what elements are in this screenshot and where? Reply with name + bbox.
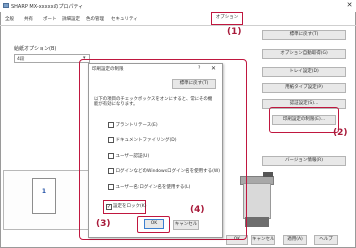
tab-security[interactable]: セキュリティ xyxy=(111,15,138,25)
checkbox-label: ユーザー認証(U) xyxy=(115,154,150,159)
lock-settings-label: 設定をロック(K) xyxy=(113,204,147,209)
callout-1: (1) xyxy=(227,27,242,37)
title-bar: SHARP MX-xxxxxのプロパティ ✕ xyxy=(0,0,356,12)
checkbox-row[interactable]: ユーザー認証(U) xyxy=(108,152,149,160)
tab-options[interactable]: オプション xyxy=(211,12,243,25)
paper-source-label: 給紙オプション(B) xyxy=(14,46,57,52)
checkbox-label: ユーザー名:ログイン名を使用する(L) xyxy=(115,185,191,190)
preview-page-number: 1 xyxy=(41,188,47,195)
tab-ports[interactable]: ポート xyxy=(43,15,57,25)
restrict-print-settings-button[interactable]: 印刷設定の制限(E)... xyxy=(272,115,336,125)
preview-page xyxy=(32,178,56,214)
cancel-button[interactable]: キャンセル xyxy=(251,235,275,245)
printer-panel xyxy=(263,172,273,177)
dialog-close-icon[interactable]: ✕ xyxy=(211,65,216,72)
checkbox-row[interactable]: ドキュメントファイリング(D) xyxy=(108,136,176,144)
checkbox-label: ドキュメントファイリング(D) xyxy=(115,138,177,143)
checkbox[interactable] xyxy=(108,153,114,159)
app-icon xyxy=(3,3,9,8)
checkbox-label: ログインなどのWindowsログイン名を使用する(W) xyxy=(115,169,221,174)
help-button[interactable]: ヘルプ xyxy=(314,235,338,245)
checkbox[interactable] xyxy=(108,122,114,128)
restore-default-button[interactable]: 標準に戻す(T) xyxy=(262,30,346,40)
dialog-title: 印刷設定の制限 xyxy=(92,67,124,72)
dialog-description: 以下の項目のチェックボックスをオンにすると、常にその機能が有効になります。 xyxy=(94,97,213,108)
tab-advanced[interactable]: 詳細設定 xyxy=(62,15,80,25)
callout-2: (2) xyxy=(333,128,348,138)
version-info-button[interactable]: バージョン情報(R) xyxy=(262,156,346,166)
help-icon[interactable]: ? xyxy=(198,66,200,71)
checkbox[interactable] xyxy=(108,184,114,190)
close-icon[interactable]: ✕ xyxy=(345,1,354,10)
tab-color-management[interactable]: 色の管理 xyxy=(86,15,104,25)
dialog-cancel-button[interactable]: キャンセル xyxy=(173,220,199,230)
lock-settings-checkbox[interactable]: ✓ xyxy=(106,204,112,210)
auto-config-button[interactable]: オプション自動取得(G) xyxy=(262,49,346,59)
window-title: SHARP MX-xxxxxのプロパティ xyxy=(11,4,84,10)
checkbox[interactable] xyxy=(108,137,114,143)
paper-source-value: 4段 xyxy=(17,57,25,62)
checkbox[interactable] xyxy=(108,168,114,174)
tray-settings-button[interactable]: トレイ設定(D) xyxy=(262,67,346,77)
checkbox-label: ブラントリテース(E) xyxy=(115,123,158,128)
dialog-restore-default-button[interactable]: 標準に戻す(T) xyxy=(172,79,216,89)
tab-sharing[interactable]: 共有 xyxy=(24,15,33,25)
callout-3: (3) xyxy=(96,219,111,229)
paper-type-button[interactable]: 用紙タイプ設定(P) xyxy=(262,83,346,93)
checkbox-row[interactable]: ブラントリテース(E) xyxy=(108,121,158,129)
callout-4: (4) xyxy=(190,205,205,215)
checkbox-row[interactable]: ログインなどのWindowsログイン名を使用する(W) xyxy=(108,167,220,175)
apply-button[interactable]: 適用(A) xyxy=(283,235,307,245)
dialog-ok-button[interactable]: OK xyxy=(144,219,164,229)
checkbox-row[interactable]: ユーザー名:ログイン名を使用する(L) xyxy=(108,183,190,191)
printer-base xyxy=(245,217,269,227)
tab-general[interactable]: 全般 xyxy=(5,15,14,25)
printer-body xyxy=(243,183,271,219)
